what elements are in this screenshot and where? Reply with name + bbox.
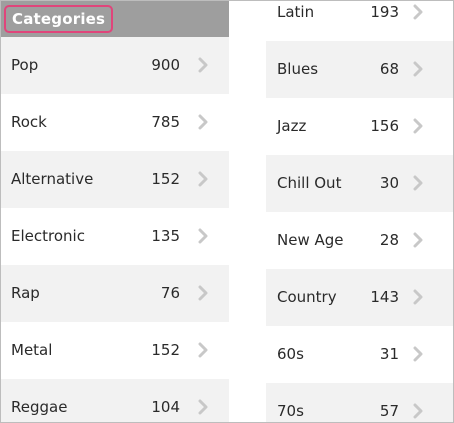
category-count: 152 — [151, 341, 180, 359]
category-label: Electronic — [11, 227, 85, 245]
category-row-rock[interactable]: Rock 785 — [1, 94, 229, 151]
category-count: 104 — [151, 398, 180, 416]
category-count: 152 — [151, 170, 180, 188]
chevron-right-icon — [197, 114, 209, 130]
category-count: 156 — [370, 117, 399, 135]
chevron-right-icon — [412, 346, 424, 362]
category-count: 31 — [379, 345, 399, 363]
category-row-60s[interactable]: 60s 31 — [266, 326, 453, 383]
category-count: 135 — [151, 227, 180, 245]
chevron-right-icon — [197, 228, 209, 244]
category-label: Blues — [277, 60, 319, 78]
category-row-reggae[interactable]: Reggae 104 — [1, 379, 229, 422]
category-label: Country — [277, 288, 337, 306]
category-row-latin[interactable]: Latin 193 — [266, 1, 453, 41]
chevron-right-icon — [412, 232, 424, 248]
category-label: Rap — [11, 284, 40, 302]
category-label: 60s — [277, 345, 304, 363]
category-label: Metal — [11, 341, 53, 359]
category-label: Reggae — [11, 398, 68, 416]
category-row-jazz[interactable]: Jazz 156 — [266, 98, 453, 155]
chevron-right-icon — [412, 4, 424, 20]
category-label: Latin — [277, 3, 315, 21]
category-count: 785 — [151, 113, 180, 131]
category-label: Pop — [11, 56, 39, 74]
chevron-right-icon — [412, 403, 424, 419]
chevron-right-icon — [412, 289, 424, 305]
category-count: 57 — [379, 402, 399, 420]
category-row-chill-out[interactable]: Chill Out 30 — [266, 155, 453, 212]
category-label: Chill Out — [277, 174, 342, 192]
category-label: New Age — [277, 231, 344, 249]
category-label: Jazz — [277, 117, 307, 135]
chevron-right-icon — [197, 171, 209, 187]
category-label: 70s — [277, 402, 304, 420]
category-count: 900 — [151, 56, 180, 74]
category-label: Rock — [11, 113, 47, 131]
chevron-right-icon — [412, 175, 424, 191]
screenshot-frame: Categories Pop 900 Rock 785 Alternative … — [0, 0, 454, 423]
category-row-country[interactable]: Country 143 — [266, 269, 453, 326]
page-title: Categories — [4, 5, 114, 33]
category-row-70s[interactable]: 70s 57 — [266, 383, 453, 422]
category-row-electronic[interactable]: Electronic 135 — [1, 208, 229, 265]
category-count: 68 — [379, 60, 399, 78]
category-label: Alternative — [11, 170, 94, 188]
chevron-right-icon — [412, 61, 424, 77]
categories-panel-left: Categories Pop 900 Rock 785 Alternative … — [1, 1, 229, 422]
category-row-rap[interactable]: Rap 76 — [1, 265, 229, 322]
category-count: 76 — [160, 284, 180, 302]
category-row-alternative[interactable]: Alternative 152 — [1, 151, 229, 208]
category-count: 28 — [379, 231, 399, 249]
categories-panel-right: Latin 193 Blues 68 Jazz 156 Chill Out 30… — [266, 1, 453, 422]
category-count: 143 — [370, 288, 399, 306]
category-row-pop[interactable]: Pop 900 — [1, 37, 229, 94]
category-row-new-age[interactable]: New Age 28 — [266, 212, 453, 269]
category-row-blues[interactable]: Blues 68 — [266, 41, 453, 98]
header-bar: Categories — [1, 1, 229, 37]
chevron-right-icon — [197, 57, 209, 73]
chevron-right-icon — [197, 342, 209, 358]
chevron-right-icon — [412, 118, 424, 134]
category-count: 30 — [379, 174, 399, 192]
chevron-right-icon — [197, 399, 209, 415]
category-row-metal[interactable]: Metal 152 — [1, 322, 229, 379]
category-count: 193 — [370, 3, 399, 21]
chevron-right-icon — [197, 285, 209, 301]
